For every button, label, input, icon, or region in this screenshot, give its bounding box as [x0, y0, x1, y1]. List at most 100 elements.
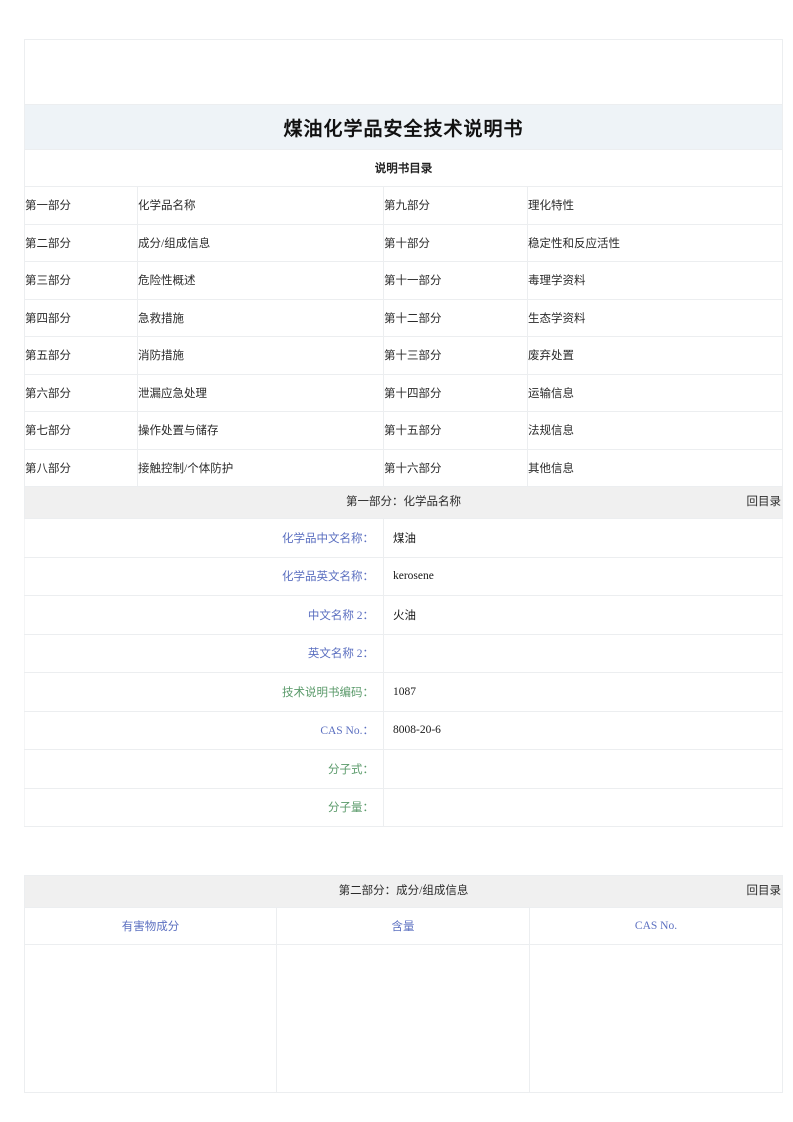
toc-section-number[interactable]: 第九部分 — [383, 186, 528, 225]
toc-section-number[interactable]: 第八部分 — [24, 448, 138, 487]
top-spacer-cell — [24, 39, 783, 105]
field-label-text: 化学品英文名称： — [282, 571, 374, 584]
toc-section-number[interactable]: 第五部分 — [24, 336, 138, 375]
field-label: CAS No.： — [24, 710, 384, 750]
section1-heading: 第一部分：化学品名称 — [346, 496, 461, 508]
field-value[interactable] — [383, 749, 783, 789]
toc-section-name[interactable]: 稳定性和反应活性 — [527, 223, 783, 262]
toc-row: 第三部分 危险性概述 第十一部分 毒理学资料 — [24, 261, 783, 300]
toc-section-number[interactable]: 第十三部分 — [383, 336, 528, 375]
field-row: 分子式： — [24, 749, 783, 789]
content-cell[interactable] — [276, 944, 530, 1093]
toc-section-name[interactable]: 其他信息 — [527, 448, 783, 487]
toc-section-name[interactable]: 接触控制/个体防护 — [137, 448, 384, 487]
toc-section-name[interactable]: 法规信息 — [527, 411, 783, 450]
toc-section-name[interactable]: 操作处置与储存 — [137, 411, 384, 450]
document-title-cell: 煤油化学品安全技术说明书 — [24, 104, 783, 150]
toc-section-name[interactable]: 生态学资料 — [527, 298, 783, 337]
section2-header-cell: 第二部分：成分/组成信息 回目录 — [23, 875, 784, 908]
field-label: 分子式： — [24, 749, 384, 789]
field-label: 中文名称 2： — [24, 595, 384, 635]
toc-section-name[interactable]: 毒理学资料 — [527, 261, 783, 300]
field-value[interactable]: kerosene — [383, 556, 783, 596]
toc-section-name[interactable]: 急救措施 — [137, 298, 384, 337]
component-cell[interactable] — [24, 944, 277, 1093]
field-value[interactable]: 1087 — [383, 672, 783, 712]
field-row: 英文名称 2： — [24, 633, 783, 673]
toc-caption-cell: 说明书目录 — [24, 149, 783, 187]
toc-section-number[interactable]: 第六部分 — [24, 373, 138, 412]
toc-section-number[interactable]: 第二部分 — [24, 223, 138, 262]
field-label-text: CAS No.： — [320, 725, 374, 738]
toc-section-number[interactable]: 第十四部分 — [383, 373, 528, 412]
field-row: 中文名称 2： 火油 — [24, 595, 783, 635]
toc-section-name[interactable]: 泄漏应急处理 — [137, 373, 384, 412]
section1-header-cell: 第一部分：化学品名称 回目录 — [24, 486, 783, 519]
field-label-text: 中文名称 2： — [307, 609, 374, 622]
field-label-text: 分子式： — [328, 763, 374, 776]
field-label-text: 技术说明书编码： — [282, 686, 374, 699]
toc-caption: 说明书目录 — [374, 163, 433, 175]
toc-row: 第四部分 急救措施 第十二部分 生态学资料 — [24, 298, 783, 337]
toc-section-number[interactable]: 第十部分 — [383, 223, 528, 262]
toc-section-name[interactable]: 理化特性 — [527, 186, 783, 225]
toc-section-number[interactable]: 第七部分 — [24, 411, 138, 450]
toc-row: 第二部分 成分/组成信息 第十部分 稳定性和反应活性 — [24, 223, 783, 262]
toc-section-number[interactable]: 第一部分 — [24, 186, 138, 225]
toc-row: 第八部分 接触控制/个体防护 第十六部分 其他信息 — [24, 448, 783, 487]
field-label: 分子量： — [24, 787, 384, 827]
toc-section-number[interactable]: 第十一部分 — [383, 261, 528, 300]
top-spacer-row — [24, 39, 783, 105]
section2-header-row: 第二部分：成分/组成信息 回目录 — [23, 875, 784, 908]
section1-header-row: 第一部分：化学品名称 回目录 — [24, 486, 783, 519]
toc-caption-row: 说明书目录 — [24, 149, 783, 187]
section2-table-body: 第二部分：成分/组成信息 回目录 有害物成分 含量 CAS No. — [23, 875, 784, 1093]
field-row: 化学品英文名称： kerosene — [24, 556, 783, 596]
field-label-text: 化学品中文名称： — [282, 532, 374, 545]
toc-section-name[interactable]: 运输信息 — [527, 373, 783, 412]
msds-main-table: 煤油化学品安全技术说明书 说明书目录 第一部分 化学品名称 第九部分 理化特性 … — [24, 39, 783, 827]
column-header-content: 含量 — [276, 907, 530, 945]
field-label-text: 英文名称 2： — [307, 648, 374, 661]
field-label: 化学品英文名称： — [24, 556, 384, 596]
toc-section-number[interactable]: 第四部分 — [24, 298, 138, 337]
toc-row: 第六部分 泄漏应急处理 第十四部分 运输信息 — [24, 373, 783, 412]
toc-section-name[interactable]: 成分/组成信息 — [137, 223, 384, 262]
table-gap — [24, 827, 782, 875]
cas-no-cell[interactable] — [528, 944, 784, 1093]
document-title-row: 煤油化学品安全技术说明书 — [24, 104, 783, 150]
toc-section-name[interactable]: 化学品名称 — [137, 186, 384, 225]
toc-row: 第七部分 操作处置与储存 第十五部分 法规信息 — [24, 411, 783, 450]
field-label: 英文名称 2： — [24, 633, 384, 673]
field-value[interactable]: 8008-20-6 — [383, 710, 783, 750]
field-value[interactable]: 火油 — [383, 595, 783, 635]
column-header-cas-no: CAS No. — [528, 907, 784, 945]
field-row: 化学品中文名称： 煤油 — [24, 518, 783, 558]
toc-section-number[interactable]: 第十五部分 — [383, 411, 528, 450]
section2-empty-body-row — [24, 944, 784, 1093]
field-value[interactable] — [383, 787, 783, 827]
field-label: 技术说明书编码： — [24, 672, 384, 712]
section2-table: 第二部分：成分/组成信息 回目录 有害物成分 含量 CAS No. — [23, 875, 784, 1093]
toc-section-name[interactable]: 危险性概述 — [137, 261, 384, 300]
toc-section-name[interactable]: 消防措施 — [137, 336, 384, 375]
back-to-toc-link[interactable]: 回目录 — [747, 487, 782, 518]
document-page: 煤油化学品安全技术说明书 说明书目录 第一部分 化学品名称 第九部分 理化特性 … — [0, 0, 793, 1122]
field-value[interactable]: 煤油 — [383, 518, 783, 558]
main-table-body: 煤油化学品安全技术说明书 说明书目录 第一部分 化学品名称 第九部分 理化特性 … — [24, 39, 783, 827]
back-to-toc-link[interactable]: 回目录 — [747, 876, 782, 907]
field-value[interactable] — [383, 633, 783, 673]
toc-section-number[interactable]: 第三部分 — [24, 261, 138, 300]
toc-section-number[interactable]: 第十六部分 — [383, 448, 528, 487]
section2-column-header-row: 有害物成分 含量 CAS No. — [24, 907, 784, 945]
page-title: 煤油化学品安全技术说明书 — [283, 118, 524, 140]
toc-section-name[interactable]: 废弃处置 — [527, 336, 783, 375]
section2-heading: 第二部分：成分/组成信息 — [338, 885, 469, 897]
column-header-hazardous-component: 有害物成分 — [24, 907, 277, 945]
field-row: CAS No.： 8008-20-6 — [24, 710, 783, 750]
field-label: 化学品中文名称： — [24, 518, 384, 558]
toc-section-number[interactable]: 第十二部分 — [383, 298, 528, 337]
field-label-text: 分子量： — [328, 802, 374, 815]
toc-row: 第一部分 化学品名称 第九部分 理化特性 — [24, 186, 783, 225]
toc-row: 第五部分 消防措施 第十三部分 废弃处置 — [24, 336, 783, 375]
